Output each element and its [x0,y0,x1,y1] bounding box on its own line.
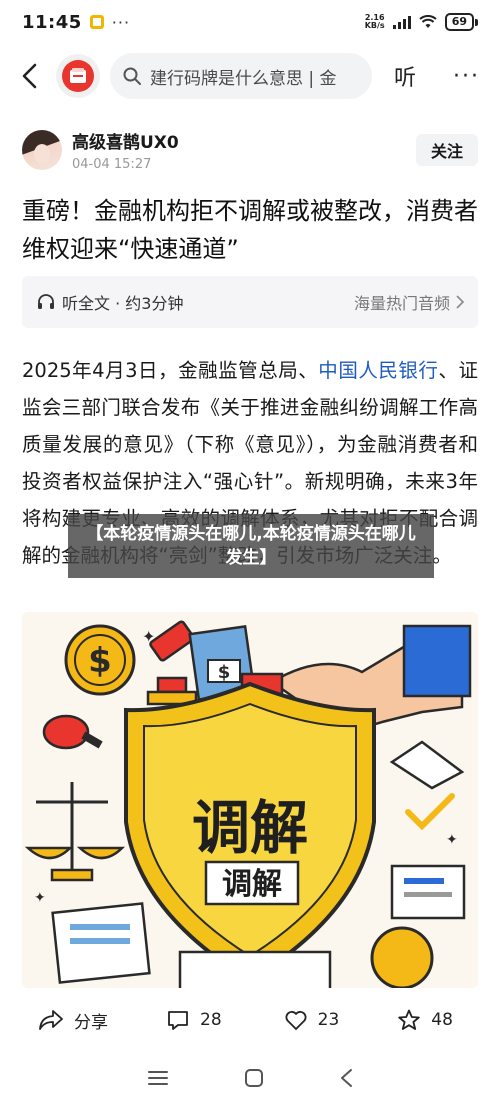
illustration-title-small: 调解 [222,867,282,902]
favorite-count: 48 [431,1010,453,1030]
cellular-signal-icon [392,15,411,29]
svg-text:$: $ [88,641,112,681]
mediation-illustration: $ $ 调解 调解 ✦ ✦ ✦ [24,620,472,988]
top-nav: 建行码牌是什么意思 | 金 听 ··· [0,48,500,104]
article-title: 重磅！金融机构拒不调解或被整改，消费者维权迎来“快速通道” [22,197,478,263]
share-label: 分享 [74,1012,108,1033]
article-action-bar: 分享 28 23 48 [0,996,500,1044]
audio-source-link[interactable]: 海量热门音频 [354,290,464,314]
heart-icon [285,1011,307,1030]
comment-button[interactable]: 28 [166,1009,222,1031]
entity-link[interactable]: 中国人民银行 [318,359,438,382]
home-icon[interactable] [244,1068,264,1088]
search-input[interactable]: 建行码牌是什么意思 | 金 [110,53,372,99]
article-illustration: $ $ 调解 调解 ✦ ✦ ✦ [22,612,478,988]
app-logo[interactable] [56,54,100,98]
wifi-icon [419,15,437,28]
audio-label: 听全文 · 约3分钟 [62,294,184,313]
status-bar: 11:45 ··· 2.16 KB/s 69 [0,0,500,44]
back-button[interactable] [14,61,44,91]
menu-icon[interactable] [147,1069,169,1087]
more-options-button[interactable]: ··· [453,64,480,89]
like-count: 23 [317,1010,340,1030]
listen-full-text-bar[interactable]: 听全文 · 约3分钟 海量热门音频 [22,276,478,328]
share-icon [39,1010,63,1030]
battery-level: 69 [444,13,474,31]
listen-button[interactable]: 听 [394,60,416,92]
search-placeholder: 建行码牌是什么意思 | 金 [150,68,337,89]
svg-text:✦: ✦ [34,890,46,906]
illustration-title-large: 调解 [192,794,308,862]
favorite-button[interactable]: 48 [397,1009,453,1031]
battery-icon: 69 [444,13,478,31]
avatar[interactable] [22,130,62,170]
system-nav-bar [0,1062,500,1093]
back-nav-icon[interactable] [339,1068,353,1088]
share-button[interactable]: 分享 [38,1008,108,1033]
notification-icon [89,15,104,29]
search-icon [123,67,141,85]
comment-icon [168,1011,188,1030]
star-icon [398,1009,420,1030]
svg-text:✦: ✦ [446,832,458,848]
chevron-left-icon [22,63,37,89]
status-time: 11:45 [22,11,82,33]
overlay-banner: 【本轮疫情源头在哪儿,本轮疫情源头在哪儿发生】 [68,514,434,578]
author-name[interactable]: 高级喜鹊UX0 [72,128,179,153]
svg-text:$: $ [218,662,231,683]
chevron-right-icon [456,295,464,309]
headphones-icon [38,294,54,309]
follow-button[interactable]: 关注 [416,134,478,166]
like-button[interactable]: 23 [284,1009,340,1031]
app-logo-icon [70,68,86,83]
network-speed: 2.16 KB/s [364,13,385,30]
author-row: 高级喜鹊UX0 04-04 15:27 关注 [22,124,478,176]
more-notifications-icon: ··· [111,12,131,32]
publish-date: 04-04 15:27 [72,157,152,172]
comment-count: 28 [200,1010,222,1030]
svg-text:✦: ✦ [142,627,155,646]
